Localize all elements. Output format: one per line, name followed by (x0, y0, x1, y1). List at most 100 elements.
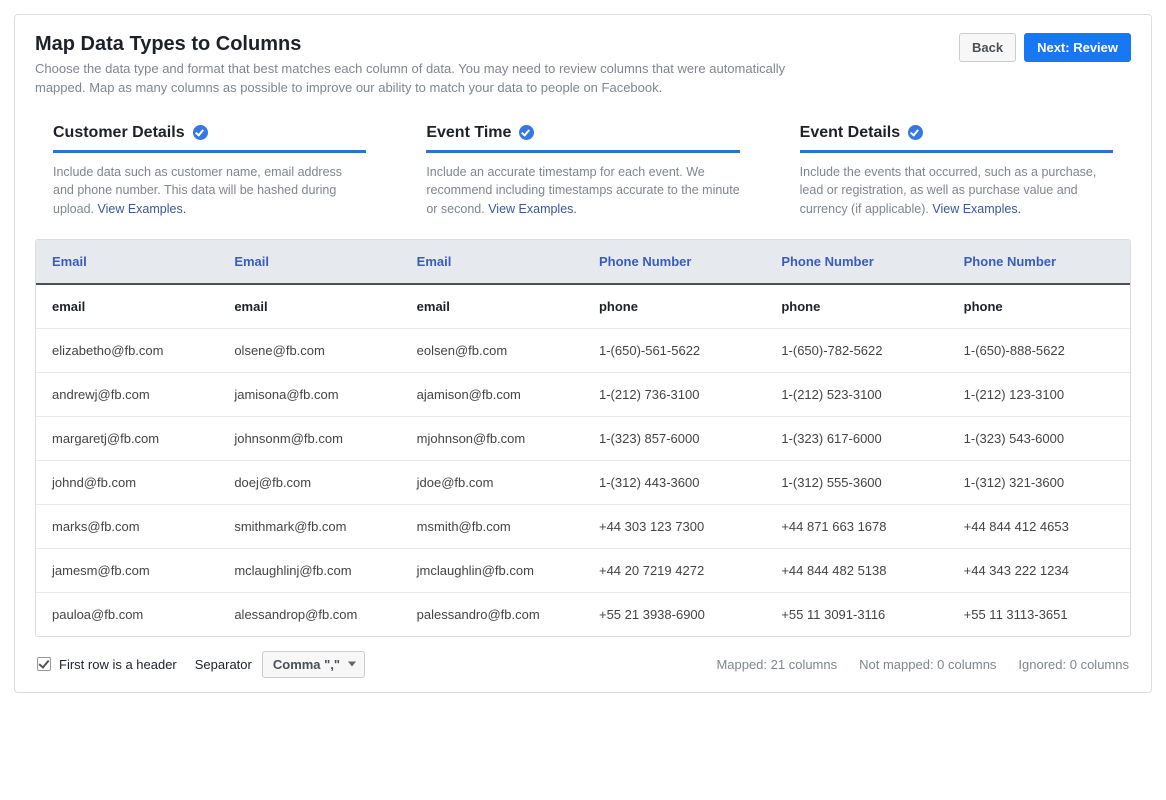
source-header-cell: email (218, 284, 400, 329)
card-event-time: Event Time Include an accurate timestamp… (426, 124, 739, 219)
table-cell: 1-(212) 523-3100 (765, 372, 947, 416)
card-description: Include an accurate timestamp for each e… (426, 163, 739, 219)
card-title-row: Event Details (800, 124, 1113, 153)
table-cell: 1-(212) 736-3100 (583, 372, 765, 416)
table-cell: 1-(650)-561-5622 (583, 328, 765, 372)
card-title: Event Details (800, 124, 900, 142)
table-cell: marks@fb.com (36, 504, 218, 548)
first-row-header-label: First row is a header (59, 657, 177, 672)
table-cell: +55 21 3938-6900 (583, 592, 765, 636)
table-cell: pauloa@fb.com (36, 592, 218, 636)
table-row: margaretj@fb.comjohnsonm@fb.commjohnson@… (36, 416, 1130, 460)
card-title: Event Time (426, 124, 511, 142)
header-text: Map Data Types to Columns Choose the dat… (35, 33, 795, 98)
table-cell: andrewj@fb.com (36, 372, 218, 416)
mapped-type-header-row: Email Email Email Phone Number Phone Num… (36, 240, 1130, 284)
panel-header: Map Data Types to Columns Choose the dat… (35, 33, 1131, 98)
ignored-count: Ignored: 0 columns (1018, 657, 1129, 672)
table-cell: 1-(323) 543-6000 (948, 416, 1130, 460)
header-buttons: Back Next: Review (959, 33, 1131, 62)
table-footer: First row is a header Separator Comma ",… (35, 647, 1131, 680)
table-cell: elizabetho@fb.com (36, 328, 218, 372)
table-cell: 1-(212) 123-3100 (948, 372, 1130, 416)
table-cell: ajamison@fb.com (401, 372, 583, 416)
column-type-header[interactable]: Phone Number (583, 240, 765, 284)
table-cell: 1-(650)-888-5622 (948, 328, 1130, 372)
table-body: email email email phone phone phone eliz… (36, 284, 1130, 636)
card-title: Customer Details (53, 124, 185, 142)
mapping-table-wrap: Email Email Email Phone Number Phone Num… (35, 239, 1131, 637)
table-cell: +44 303 123 7300 (583, 504, 765, 548)
view-examples-link[interactable]: View Examples. (932, 202, 1021, 216)
source-header-cell: phone (765, 284, 947, 329)
column-type-header[interactable]: Email (401, 240, 583, 284)
card-title-row: Customer Details (53, 124, 366, 153)
table-cell: jmclaughlin@fb.com (401, 548, 583, 592)
table-row: marks@fb.comsmithmark@fb.commsmith@fb.co… (36, 504, 1130, 548)
card-description: Include data such as customer name, emai… (53, 163, 366, 219)
separator-select[interactable]: Comma "," (262, 651, 365, 678)
card-title-row: Event Time (426, 124, 739, 153)
table-cell: +44 844 482 5138 (765, 548, 947, 592)
table-cell: alessandrop@fb.com (218, 592, 400, 636)
table-row: andrewj@fb.comjamisona@fb.comajamison@fb… (36, 372, 1130, 416)
card-desc-text: Include an accurate timestamp for each e… (426, 165, 739, 217)
separator-wrap: Separator Comma "," (195, 651, 365, 678)
table-row: elizabetho@fb.comolsene@fb.comeolsen@fb.… (36, 328, 1130, 372)
checkbox-icon (37, 657, 51, 671)
table-cell: 1-(312) 443-3600 (583, 460, 765, 504)
table-cell: +55 11 3091-3116 (765, 592, 947, 636)
card-desc-text: Include data such as customer name, emai… (53, 165, 342, 217)
source-header-cell: email (401, 284, 583, 329)
separator-label: Separator (195, 657, 252, 672)
check-icon (908, 125, 923, 140)
table-cell: jdoe@fb.com (401, 460, 583, 504)
table-cell: johnsonm@fb.com (218, 416, 400, 460)
table-cell: smithmark@fb.com (218, 504, 400, 548)
table-cell: 1-(312) 321-3600 (948, 460, 1130, 504)
card-customer-details: Customer Details Include data such as cu… (53, 124, 366, 219)
footer-left: First row is a header Separator Comma ",… (37, 651, 365, 678)
column-type-header[interactable]: Phone Number (765, 240, 947, 284)
column-type-header[interactable]: Phone Number (948, 240, 1130, 284)
map-columns-panel: Map Data Types to Columns Choose the dat… (14, 14, 1152, 693)
table-cell: johnd@fb.com (36, 460, 218, 504)
table-row: jamesm@fb.commclaughlinj@fb.comjmclaughl… (36, 548, 1130, 592)
mapping-table: Email Email Email Phone Number Phone Num… (36, 240, 1130, 636)
view-examples-link[interactable]: View Examples. (98, 202, 187, 216)
next-review-button[interactable]: Next: Review (1024, 33, 1131, 62)
page-title: Map Data Types to Columns (35, 33, 795, 56)
table-cell: 1-(650)-782-5622 (765, 328, 947, 372)
table-cell: doej@fb.com (218, 460, 400, 504)
not-mapped-count: Not mapped: 0 columns (859, 657, 996, 672)
table-cell: mclaughlinj@fb.com (218, 548, 400, 592)
table-cell: +55 11 3113-3651 (948, 592, 1130, 636)
table-cell: jamisona@fb.com (218, 372, 400, 416)
check-icon (193, 125, 208, 140)
table-cell: +44 844 412 4653 (948, 504, 1130, 548)
table-cell: jamesm@fb.com (36, 548, 218, 592)
column-type-header[interactable]: Email (36, 240, 218, 284)
source-header-cell: email (36, 284, 218, 329)
info-cards-row: Customer Details Include data such as cu… (35, 116, 1131, 239)
check-icon (519, 125, 534, 140)
table-cell: +44 343 222 1234 (948, 548, 1130, 592)
table-cell: +44 871 663 1678 (765, 504, 947, 548)
table-cell: +44 20 7219 4272 (583, 548, 765, 592)
card-description: Include the events that occurred, such a… (800, 163, 1113, 219)
page-description: Choose the data type and format that bes… (35, 60, 795, 98)
mapped-count: Mapped: 21 columns (716, 657, 837, 672)
table-row: johnd@fb.comdoej@fb.comjdoe@fb.com1-(312… (36, 460, 1130, 504)
separator-value: Comma "," (273, 657, 340, 672)
source-header-cell: phone (583, 284, 765, 329)
chevron-down-icon (348, 662, 356, 667)
source-header-cell: phone (948, 284, 1130, 329)
table-cell: 1-(312) 555-3600 (765, 460, 947, 504)
table-cell: 1-(323) 857-6000 (583, 416, 765, 460)
column-type-header[interactable]: Email (218, 240, 400, 284)
back-button[interactable]: Back (959, 33, 1016, 62)
table-cell: mjohnson@fb.com (401, 416, 583, 460)
source-header-row: email email email phone phone phone (36, 284, 1130, 329)
view-examples-link[interactable]: View Examples. (488, 202, 577, 216)
first-row-header-checkbox-wrap[interactable]: First row is a header (37, 657, 177, 672)
